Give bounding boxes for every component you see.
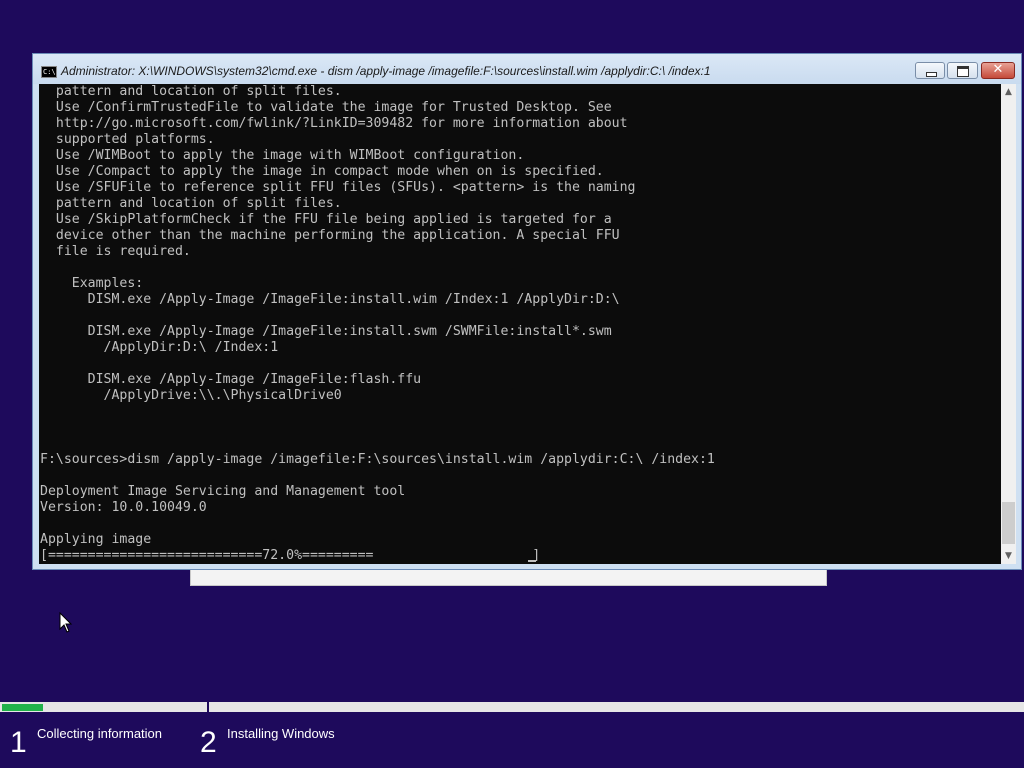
console-line: Use /ConfirmTrustedFile to validate the …: [40, 100, 612, 115]
scroll-down-arrow-icon[interactable]: ▼: [1001, 548, 1016, 564]
maximize-button[interactable]: [947, 62, 978, 79]
title-bar[interactable]: Administrator: X:\WINDOWS\system32\cmd.e…: [33, 54, 1021, 84]
console-line: DISM.exe /Apply-Image /ImageFile:flash.f…: [40, 372, 422, 387]
step-divider: [207, 702, 209, 714]
close-button[interactable]: ✕: [981, 62, 1015, 79]
console-line: Use /WIMBoot to apply the image with WIM…: [40, 148, 525, 163]
window-title: Administrator: X:\WINDOWS\system32\cmd.e…: [61, 64, 711, 78]
console-line: DISM.exe /Apply-Image /ImageFile:install…: [40, 292, 620, 307]
console-line: F:\sources>dism /apply-image /imagefile:…: [40, 452, 715, 467]
console-line: Use /SFUFile to reference split FFU file…: [40, 180, 636, 195]
console-line: Use /Compact to apply the image in compa…: [40, 164, 604, 179]
console-line: Deployment Image Servicing and Managemen…: [40, 484, 406, 499]
console-output[interactable]: pattern and location of split files. Use…: [39, 84, 1001, 564]
minimize-button[interactable]: [915, 62, 945, 79]
step1-progress-track: [0, 702, 207, 712]
console-line: pattern and location of split files.: [40, 84, 342, 99]
console-line: Version: 10.0.10049.0: [40, 500, 207, 515]
step-number-1: 1: [10, 726, 27, 759]
step-number-2: 2: [200, 726, 217, 759]
console-line: DISM.exe /Apply-Image /ImageFile:install…: [40, 324, 612, 339]
step-label-collecting-information: Collecting information: [37, 726, 163, 741]
console-line: pattern and location of split files.: [40, 196, 342, 211]
scroll-thumb[interactable]: [1002, 502, 1015, 544]
console-line: file is required.: [40, 244, 191, 259]
close-icon: ✕: [992, 62, 1004, 77]
console-line: /ApplyDir:D:\ /Index:1: [40, 340, 279, 355]
scroll-up-arrow-icon[interactable]: ▲: [1001, 84, 1016, 100]
mouse-pointer-icon: [59, 612, 73, 633]
step1-progress-fill: [2, 704, 43, 711]
console-text: pattern and location of split files. Use…: [39, 84, 1001, 564]
console-line: [===========================72.0%=======…: [40, 548, 541, 563]
console-line: Examples:: [40, 276, 144, 291]
cmd-icon[interactable]: [41, 66, 57, 78]
text-cursor: [528, 560, 536, 562]
vertical-scrollbar[interactable]: ▲ ▼: [1001, 84, 1016, 564]
cmd-window: Administrator: X:\WINDOWS\system32\cmd.e…: [32, 53, 1022, 570]
step-label-installing-windows: Installing Windows: [227, 726, 335, 741]
setup-progress-bar: [0, 702, 1024, 714]
console-line: Use /SkipPlatformCheck if the FFU file b…: [40, 212, 612, 227]
console-line: http://go.microsoft.com/fwlink/?LinkID=3…: [40, 116, 628, 131]
console-line: Applying image: [40, 532, 152, 547]
console-line: supported platforms.: [40, 132, 215, 147]
console-line: device other than the machine performing…: [40, 228, 620, 243]
console-line: /ApplyDrive:\\.\PhysicalDrive0: [40, 388, 342, 403]
